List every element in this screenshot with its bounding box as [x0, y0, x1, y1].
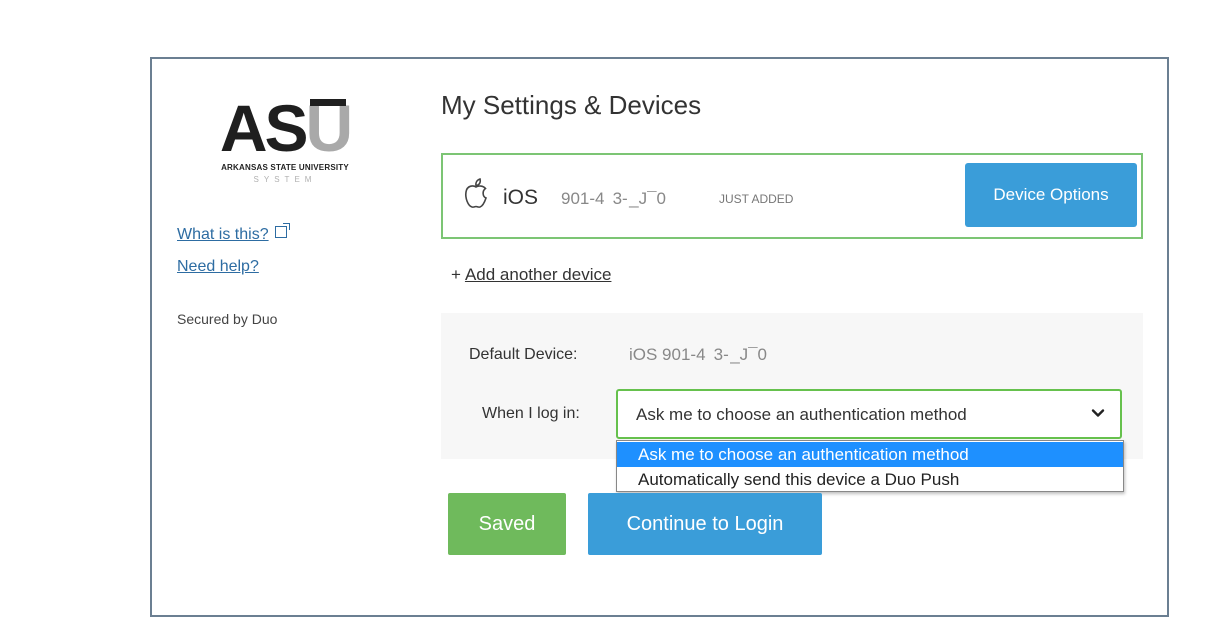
login-method-selected-value: Ask me to choose an authentication metho…	[636, 405, 967, 424]
asu-logo: ASU ARKANSAS STATE UNIVERSITY SYSTEM	[195, 91, 375, 193]
add-device-link[interactable]: + Add another device	[451, 265, 611, 285]
just-added-badge: JUST ADDED	[719, 192, 794, 206]
need-help-link[interactable]: Need help?	[177, 258, 259, 276]
default-device-value: iOS 901-4 3- _J¯0	[629, 345, 768, 364]
device-options-button[interactable]: Device Options	[965, 163, 1137, 227]
logo-university-name: ARKANSAS STATE UNIVERSITY	[221, 163, 349, 172]
login-method-dropdown-list: Ask me to choose an authentication metho…	[616, 440, 1124, 492]
device-phone-number: 901-4 3- _J¯0	[561, 189, 666, 208]
device-os-label: iOS	[503, 186, 539, 209]
logo-letters: ASU	[219, 91, 353, 165]
default-device-label: Default Device:	[469, 346, 578, 363]
what-is-this-link[interactable]: What is this?	[177, 223, 290, 244]
secured-by-duo-text: Secured by Duo	[177, 311, 278, 327]
apple-icon	[465, 177, 487, 208]
dropdown-option-auto-push[interactable]: Automatically send this device a Duo Pus…	[617, 467, 1123, 492]
dropdown-option-ask[interactable]: Ask me to choose an authentication metho…	[617, 442, 1123, 467]
add-device-label[interactable]: Add another device	[465, 265, 612, 284]
login-method-select[interactable]: Ask me to choose an authentication metho…	[616, 389, 1122, 439]
what-is-this-label[interactable]: What is this?	[177, 226, 269, 243]
continue-to-login-button[interactable]: Continue to Login	[588, 493, 822, 555]
external-link-icon	[274, 223, 290, 238]
plus-icon: +	[451, 265, 461, 284]
saved-button[interactable]: Saved	[448, 493, 566, 555]
device-card: iOS 901-4 3- _J¯0 JUST ADDED Device Opti…	[441, 153, 1143, 239]
chevron-down-icon	[1091, 409, 1105, 417]
login-method-label: When I log in:	[482, 405, 580, 422]
page-title: My Settings & Devices	[441, 90, 702, 120]
logo-system-text: SYSTEM	[253, 175, 317, 184]
